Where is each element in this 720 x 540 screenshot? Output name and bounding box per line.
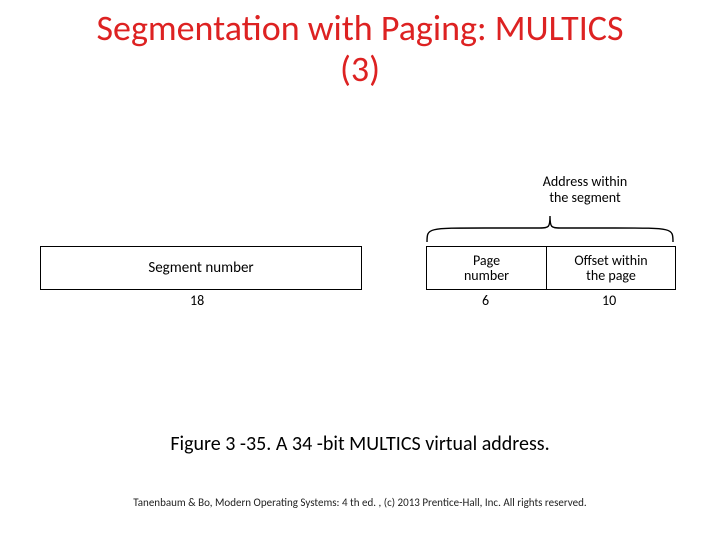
segment-number-box: Segment number <box>40 246 362 290</box>
title-line-1: Segmentation with Paging: MULTICS <box>96 6 623 50</box>
title-line-2: (3) <box>340 47 380 91</box>
page-bits: 6 <box>482 292 489 309</box>
slide-title: Segmentation with Paging: MULTICS (3) <box>0 0 720 91</box>
brace-icon <box>425 214 675 244</box>
segment-number-label: Segment number <box>148 259 253 277</box>
address-within-segment-label: Address withinthe segment <box>510 174 660 206</box>
page-number-box: Pagenumber <box>426 246 546 290</box>
segment-bits: 18 <box>190 292 204 309</box>
offset-label: Offset withinthe page <box>574 253 647 284</box>
offset-bits: 10 <box>602 292 616 309</box>
address-within-text: Address withinthe segment <box>543 173 627 206</box>
copyright-footer: Tanenbaum & Bo, Modern Operating Systems… <box>0 496 720 509</box>
figure-caption: Figure 3 -35. A 34 -bit MULTICS virtual … <box>0 432 720 456</box>
offset-box: Offset withinthe page <box>546 246 676 290</box>
page-number-label: Pagenumber <box>464 253 509 284</box>
